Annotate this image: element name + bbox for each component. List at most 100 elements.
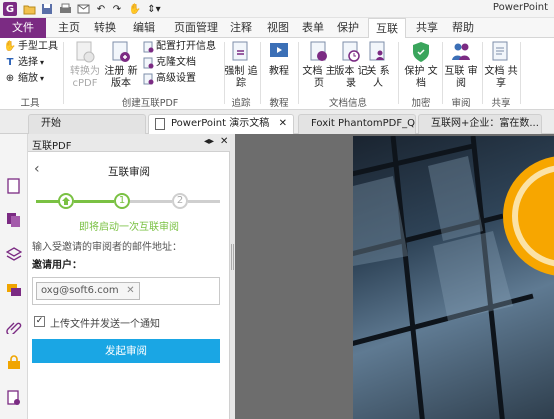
advanced-settings-icon	[142, 73, 154, 85]
chevron-down-icon: ▾	[40, 58, 45, 67]
doc-tab-label: 开始	[41, 118, 61, 129]
tab-page-management[interactable]: 页面管理	[166, 18, 226, 38]
comments-icon[interactable]	[6, 282, 22, 298]
print-icon[interactable]	[58, 2, 72, 16]
document-tab-bar: 开始 PowerPoint 演示文稿 ✕ Foxit PhantomPDF_Qu…	[0, 110, 554, 134]
start-review-button[interactable]: 发起审阅	[32, 339, 220, 363]
customize-quick-access-icon[interactable]: ⇕▾	[146, 2, 162, 16]
hand-tool-button[interactable]: ✋ 手型工具	[4, 40, 58, 54]
doc-home-button[interactable]: 文档 主页	[302, 40, 336, 90]
close-icon[interactable]: ✕	[279, 115, 287, 133]
convert-cpdf-icon	[74, 40, 96, 64]
version-history-icon	[340, 40, 362, 64]
layers-icon[interactable]	[5, 246, 23, 262]
doc-home-label: 文档 主页	[302, 66, 336, 89]
force-tracking-label: 强制 追踪	[224, 66, 258, 89]
zoom-tool-button[interactable]: ⊕ 缩放 ▾	[4, 72, 44, 86]
version-history-button[interactable]: 版本 记录	[334, 40, 368, 90]
ribbon: ✋ 手型工具 T 选择 ▾ ⊕ 缩放 ▾ 工具 转换为 cPDF 注册 新版本 配置打开信…	[0, 38, 554, 110]
contacts-button[interactable]: 关 系人	[364, 40, 392, 90]
hand-quick-icon[interactable]: ✋	[128, 2, 142, 16]
redo-icon[interactable]: ↷	[110, 2, 124, 16]
register-version-label: 注册 新版本	[104, 66, 138, 89]
group-divider	[63, 42, 64, 104]
navigation-rail	[0, 134, 28, 419]
title-bar: G ↶ ↷ ✋ ⇕▾ PowerPoint	[0, 0, 554, 18]
tab-share[interactable]: 共享	[410, 18, 444, 38]
save-icon[interactable]	[40, 2, 54, 16]
config-doc-icon	[142, 41, 154, 53]
document-view[interactable]	[235, 134, 554, 419]
tutorial-label: 教程	[269, 66, 289, 77]
home-icon	[62, 197, 70, 205]
contacts-icon	[367, 40, 389, 64]
register-version-icon	[110, 40, 132, 64]
remove-chip-icon[interactable]: ✕	[126, 283, 134, 299]
panel-header-title: 互联PDF	[32, 141, 72, 152]
connected-review-label: 互联 审阅	[444, 66, 478, 89]
clone-doc-icon	[142, 57, 154, 69]
chevron-down-icon: ▾	[40, 74, 45, 83]
group-label-review: 审阅	[451, 98, 471, 109]
undo-icon[interactable]: ↶	[94, 2, 108, 16]
doc-tab-foxit-guide[interactable]: Foxit PhantomPDF_Qui...	[298, 114, 416, 134]
close-panel-icon[interactable]: ✕	[220, 136, 228, 147]
document-properties-icon[interactable]	[6, 390, 22, 406]
convert-cpdf-label: 转换为 cPDF	[70, 66, 100, 89]
tutorial-button[interactable]: 教程	[262, 40, 296, 78]
email-icon[interactable]	[76, 2, 90, 16]
document-share-button[interactable]: 文档 共享	[484, 40, 518, 90]
connected-pdf-panel: 互联PDF ◂▸ ✕ ‹ 互联审阅 1 2 即将启动一次互联审阅 输入受邀请的审…	[28, 134, 230, 419]
upload-notify-label: 上传文件并发送一个通知	[50, 319, 160, 330]
select-tool-label: 选择	[18, 57, 38, 68]
attachment-icon[interactable]	[6, 318, 22, 336]
doc-home-icon	[308, 40, 330, 64]
protect-document-button[interactable]: 保护 文档	[404, 40, 438, 90]
invite-users-label: 邀请用户：	[32, 260, 82, 271]
doc-tab-internet-plus[interactable]: 互联网+企业：富在数...	[418, 114, 542, 134]
tab-edit[interactable]: 编辑	[126, 18, 162, 38]
clone-document-button[interactable]: 克隆文档	[142, 56, 196, 70]
page-thumbnail-icon[interactable]	[6, 178, 22, 194]
tab-view[interactable]: 视图	[260, 18, 296, 38]
doc-tab-label: PowerPoint 演示文稿	[171, 118, 270, 129]
connected-review-button[interactable]: 互联 审阅	[444, 40, 478, 90]
hand-tool-label: 手型工具	[18, 41, 58, 52]
stepper-line	[188, 200, 220, 203]
tab-connected[interactable]: 互联	[368, 18, 406, 39]
invite-email-input[interactable]: oxg@soft6.com ✕	[32, 277, 220, 305]
select-tool-button[interactable]: T 选择 ▾	[4, 56, 44, 70]
stepper-line	[74, 200, 114, 203]
config-open-info-button[interactable]: 配置打开信息	[142, 40, 216, 54]
step-caption: 即将启动一次互联审阅	[79, 222, 179, 233]
group-divider	[398, 42, 399, 104]
instruction-text: 输入受邀请的审阅者的邮件地址：	[32, 242, 182, 253]
config-open-info-label: 配置打开信息	[156, 41, 216, 52]
register-version-button[interactable]: 注册 新版本	[104, 40, 138, 90]
tab-convert[interactable]: 转换	[88, 18, 122, 38]
pages-icon[interactable]	[6, 212, 22, 228]
open-icon[interactable]	[22, 2, 36, 16]
group-label-create: 创建互联PDF	[121, 98, 179, 109]
doc-tab-start[interactable]: 开始	[28, 114, 146, 134]
tab-file[interactable]: 文件	[0, 18, 46, 38]
tab-form[interactable]: 表单	[298, 18, 328, 38]
tab-help[interactable]: 帮助	[448, 18, 478, 38]
advanced-settings-button[interactable]: 高级设置	[142, 72, 196, 86]
doc-tab-powerpoint[interactable]: PowerPoint 演示文稿 ✕	[148, 114, 294, 134]
step-1-circle: 1	[114, 193, 130, 209]
tab-home[interactable]: 主页	[52, 18, 86, 38]
group-label-docinfo: 文档信息	[328, 98, 367, 109]
upload-notify-checkbox[interactable]: ✓	[34, 316, 45, 327]
group-divider	[520, 42, 521, 104]
advanced-settings-label: 高级设置	[156, 73, 196, 84]
force-tracking-button[interactable]: 强制 追踪	[224, 40, 258, 90]
collapse-panel-icon[interactable]: ◂▸	[204, 136, 214, 147]
group-label-tools: 工具	[20, 98, 40, 109]
hand-icon: ✋	[3, 41, 17, 52]
splitter-grip-icon	[231, 244, 234, 270]
tab-comment[interactable]: 注释	[226, 18, 256, 38]
lock-icon[interactable]	[6, 354, 22, 370]
tab-protect[interactable]: 保护	[332, 18, 364, 38]
shield-icon	[410, 40, 432, 64]
